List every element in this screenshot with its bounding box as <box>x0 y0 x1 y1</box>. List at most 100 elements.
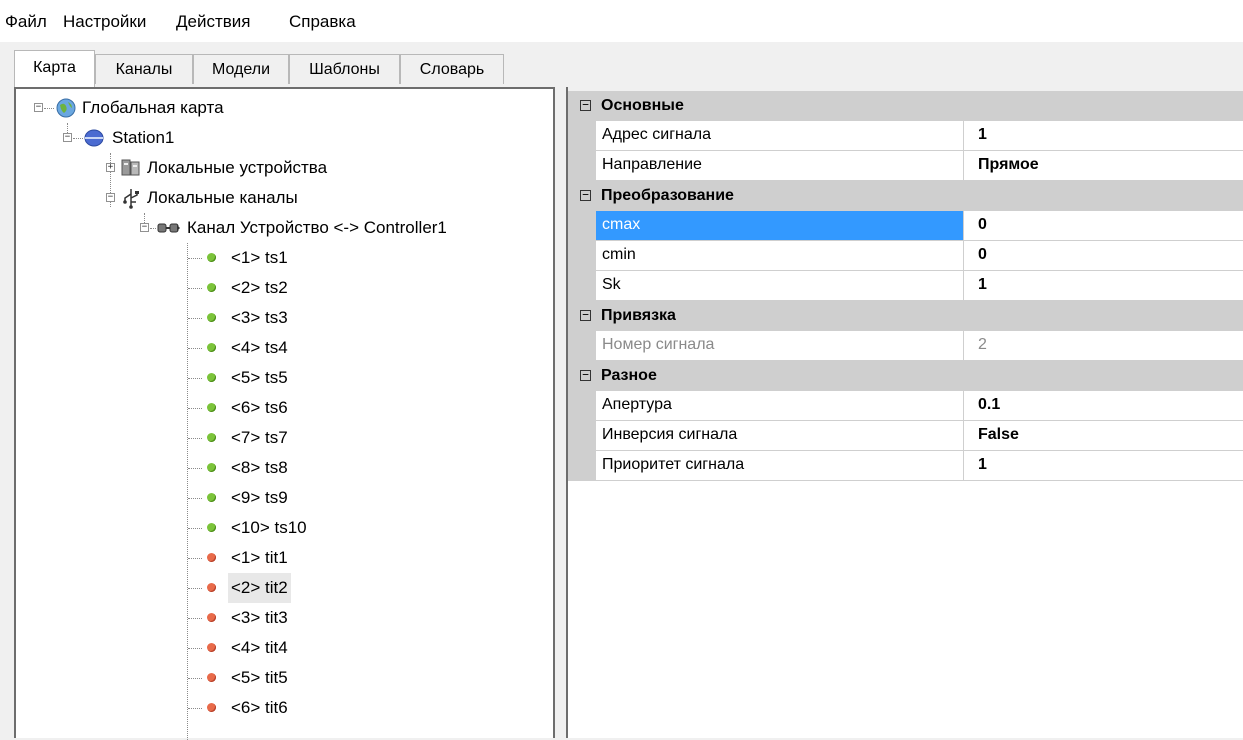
property-value[interactable]: 0.1 <box>964 391 1243 421</box>
tree-node-signal[interactable]: <10> ts10 <box>16 513 553 543</box>
collapse-icon[interactable]: − <box>63 133 72 142</box>
collapse-icon[interactable]: − <box>580 309 591 321</box>
category-main[interactable]: − Основные <box>568 91 1243 121</box>
property-value[interactable]: 0 <box>964 241 1243 271</box>
tree-node-label: Локальные устройства <box>147 158 328 177</box>
tree-node-signal[interactable]: <4> tit4 <box>16 633 553 663</box>
tree-node-signal[interactable]: <8> ts8 <box>16 453 553 483</box>
property-value[interactable]: False <box>964 421 1243 451</box>
property-row-inversion[interactable]: Инверсия сигнала False <box>568 421 1243 451</box>
status-red-icon <box>207 553 216 562</box>
category-binding[interactable]: − Привязка <box>568 301 1243 331</box>
tree-node-signal[interactable]: <1> ts1 <box>16 243 553 273</box>
status-green-icon <box>207 463 216 472</box>
property-value[interactable]: Прямое <box>964 151 1243 181</box>
property-value[interactable]: 1 <box>964 271 1243 301</box>
menu-file[interactable]: Файл <box>5 12 47 32</box>
collapse-icon[interactable]: − <box>580 369 591 381</box>
category-misc[interactable]: − Разное <box>568 361 1243 391</box>
property-row-aperture[interactable]: Апертура 0.1 <box>568 391 1243 421</box>
tree-node-label: <4> tit4 <box>231 638 288 657</box>
menu-help[interactable]: Справка <box>289 12 356 32</box>
tab-models[interactable]: Модели <box>193 54 289 84</box>
tree-node-channel[interactable]: − Канал Устройство <-> Controller1 <box>16 213 553 243</box>
tree-node-label: <2> tit2 <box>228 573 291 603</box>
tree-node-signal[interactable]: <4> ts4 <box>16 333 553 363</box>
property-row-signal-number: Номер сигнала 2 <box>568 331 1243 361</box>
row-margin <box>568 421 596 451</box>
tree-connector <box>188 378 202 379</box>
tree-node-signal[interactable]: <6> tit6 <box>16 693 553 723</box>
expand-icon[interactable]: + <box>106 163 115 172</box>
collapse-icon[interactable]: − <box>580 189 591 201</box>
category-label: Основные <box>601 97 684 114</box>
tree-connector <box>188 438 202 439</box>
property-name[interactable]: Направление <box>596 151 964 181</box>
tree-node-label: Station1 <box>112 128 175 147</box>
tree-node-label: Глобальная карта <box>82 98 224 117</box>
tree-node-signal[interactable]: <3> ts3 <box>16 303 553 333</box>
tab-dictionary[interactable]: Словарь <box>400 54 504 84</box>
tree-node-signal[interactable]: <3> tit3 <box>16 603 553 633</box>
property-row-priority[interactable]: Приоритет сигнала 1 <box>568 451 1243 481</box>
tree-node-local-channels[interactable]: − Локальные каналы <box>16 183 553 213</box>
property-name[interactable]: cmin <box>596 241 964 271</box>
tree-node-signal[interactable]: <6> ts6 <box>16 393 553 423</box>
menu-actions[interactable]: Действия <box>176 12 250 32</box>
tree-connector <box>188 588 202 589</box>
tree-node-local-devices[interactable]: + Локальные устройства <box>16 153 553 183</box>
globe-icon <box>56 98 76 118</box>
property-value: 2 <box>964 331 1243 361</box>
splitter[interactable] <box>555 87 566 738</box>
property-name[interactable]: Приоритет сигнала <box>596 451 964 481</box>
tree-node-signal[interactable]: <7> ts7 <box>16 423 553 453</box>
property-value-text: 1 <box>978 126 987 143</box>
tree-node-signal[interactable]: <5> tit5 <box>16 663 553 693</box>
property-value[interactable]: 0 <box>964 211 1243 241</box>
tree-node-signal[interactable]: <2> tit2 <box>16 573 553 603</box>
property-name[interactable]: Адрес сигнала <box>596 121 964 151</box>
category-conversion[interactable]: − Преобразование <box>568 181 1243 211</box>
tab-templates[interactable]: Шаблоны <box>289 54 400 84</box>
map-tree[interactable]: − Глобальная карта − Station1 + Локальны… <box>14 87 555 740</box>
property-name[interactable]: Sk <box>596 271 964 301</box>
tree-node-station[interactable]: − Station1 <box>16 123 553 153</box>
status-red-icon <box>207 643 216 652</box>
property-value[interactable]: 1 <box>964 121 1243 151</box>
collapse-icon[interactable]: − <box>580 99 591 111</box>
property-name[interactable]: Апертура <box>596 391 964 421</box>
collapse-icon[interactable]: − <box>34 103 43 112</box>
property-name-selected[interactable]: cmax <box>596 211 964 241</box>
tree-node-signal[interactable]: <1> tit1 <box>16 543 553 573</box>
collapse-icon[interactable]: − <box>140 223 149 232</box>
property-row-cmin[interactable]: cmin 0 <box>568 241 1243 271</box>
property-row-direction[interactable]: Направление Прямое <box>568 151 1243 181</box>
tree-node-global-map[interactable]: − Глобальная карта <box>16 93 553 123</box>
tree-node-signal[interactable]: <2> ts2 <box>16 273 553 303</box>
property-grid: − Основные Адрес сигнала 1 Направление П… <box>568 87 1243 738</box>
tab-channels[interactable]: Каналы <box>95 54 193 84</box>
property-name-label: cmax <box>602 216 641 233</box>
tab-map[interactable]: Карта <box>14 50 95 87</box>
property-row-address[interactable]: Адрес сигнала 1 <box>568 121 1243 151</box>
tree-node-label: <4> ts4 <box>231 338 288 357</box>
row-margin <box>568 271 596 301</box>
property-name-label: cmin <box>602 246 636 263</box>
status-green-icon <box>207 313 216 322</box>
tree-node-signal[interactable]: <5> ts5 <box>16 363 553 393</box>
tree-connector <box>188 258 202 259</box>
tree-node-label: <7> ts7 <box>231 428 288 447</box>
property-name[interactable]: Инверсия сигнала <box>596 421 964 451</box>
row-margin <box>568 451 596 481</box>
tree-connector <box>44 108 54 109</box>
tree-connector <box>188 288 202 289</box>
menu-settings[interactable]: Настройки <box>63 12 146 32</box>
tree-connector <box>150 228 156 229</box>
property-row-sk[interactable]: Sk 1 <box>568 271 1243 301</box>
tree-node-signal[interactable]: <9> ts9 <box>16 483 553 513</box>
collapse-icon[interactable]: − <box>106 193 115 202</box>
property-row-cmax[interactable]: cmax 0 <box>568 211 1243 241</box>
property-value[interactable]: 1 <box>964 451 1243 481</box>
property-name-label: Приоритет сигнала <box>602 456 745 473</box>
tree-connector <box>188 408 202 409</box>
